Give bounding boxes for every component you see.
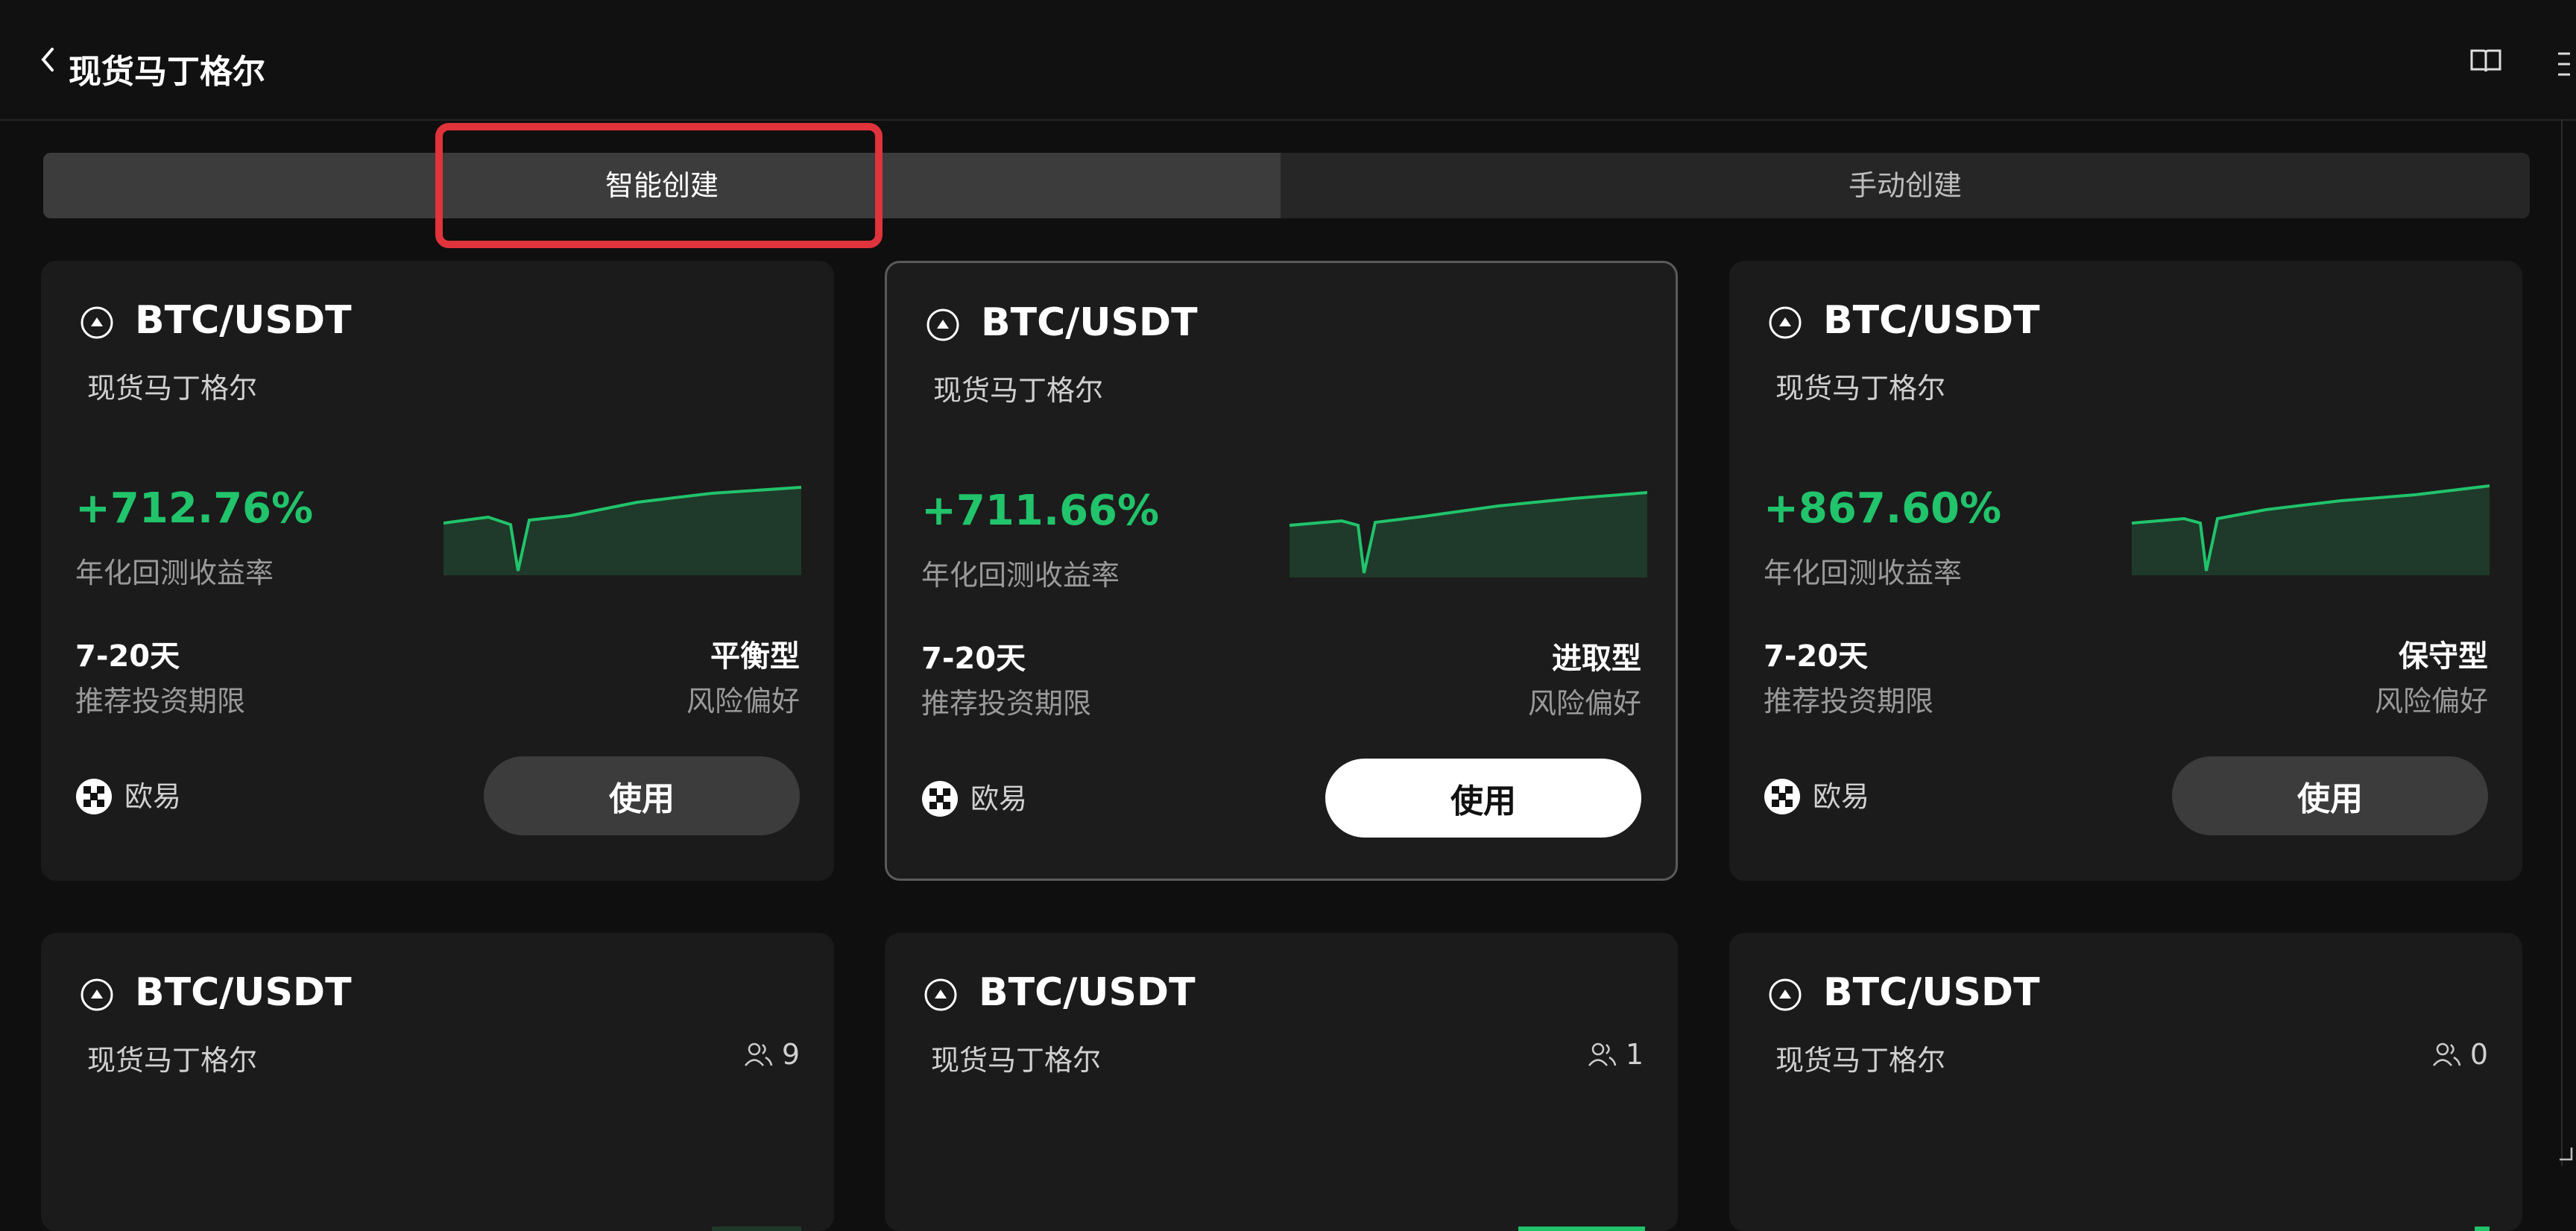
coin-icon [80,306,113,339]
strategy-label: 现货马丁格尔 [931,1044,1102,1077]
strategy-label: 现货马丁格尔 [87,1044,258,1077]
menu-icon[interactable] [2555,48,2570,80]
risk-label: 风险偏好 [1527,687,1641,720]
coin-icon [80,978,113,1011]
strategy-label: 现货马丁格尔 [933,374,1104,407]
return-label: 年化回测收益率 [921,559,1120,592]
users-icon [1588,1042,1617,1066]
coin-icon [1769,306,1802,339]
creation-mode-tabs: 智能创建 手动创建 [43,153,2530,218]
period-label: 推荐投资期限 [1764,685,1934,718]
sparkline [2132,484,2490,575]
period-value: 7-20天 [921,642,1026,676]
exchange-label: 欧易 [1813,780,1870,813]
risk-value: 保守型 [2399,639,2488,674]
chevron-left-icon[interactable] [37,45,57,75]
risk-value: 进取型 [1552,642,1641,676]
pair-label: BTC/USDT [1823,970,2040,1015]
strategy-card[interactable]: BTC/USDT 现货马丁格尔 +867.60% 年化回测收益率 7-20天 推… [1729,261,2522,881]
pair-label: BTC/USDT [1823,298,2040,343]
pair-label: BTC/USDT [979,970,1196,1015]
sparkline-peek [2475,1227,2490,1231]
highlight-box [435,123,883,248]
okx-logo-icon [1764,779,1800,814]
strategy-label: 现货马丁格尔 [87,372,258,405]
users-icon [2432,1042,2461,1066]
user-count: 0 [2431,1037,2488,1072]
use-button[interactable]: 使用 [484,756,800,835]
resize-corner-icon[interactable] [2558,1146,2573,1161]
risk-label: 风险偏好 [2374,685,2488,718]
strategy-card[interactable]: BTC/USDT 现货马丁格尔 9 [41,933,834,1231]
sparkline-peek [1518,1227,1645,1231]
risk-value: 平衡型 [710,639,800,674]
period-label: 推荐投资期限 [75,685,246,718]
return-percent: +711.66% [921,487,1160,535]
user-count: 9 [743,1037,800,1072]
okx-logo-icon [922,781,958,817]
users-icon [744,1042,773,1066]
risk-label: 风险偏好 [686,685,800,718]
strategy-card[interactable]: BTC/USDT 现货马丁格尔 +711.66% 年化回测收益率 7-20天 推… [885,261,1678,881]
sparkline-peek [712,1227,801,1231]
tab-manual-create[interactable]: 手动创建 [1281,153,2530,218]
strategy-card[interactable]: BTC/USDT 现货马丁格尔 +712.76% 年化回测收益率 7-20天 推… [41,261,834,881]
pair-label: BTC/USDT [135,970,352,1015]
exchange-label: 欧易 [970,782,1028,815]
okx-logo-icon [76,779,112,814]
return-percent: +867.60% [1764,484,2002,533]
return-label: 年化回测收益率 [1764,557,1963,589]
coin-icon [924,978,957,1011]
top-bar: 现货马丁格尔 [0,0,2576,121]
coin-icon [1769,978,1802,1011]
sparkline [443,486,801,575]
strategy-card[interactable]: BTC/USDT 现货马丁格尔 0 [1729,933,2522,1231]
return-label: 年化回测收益率 [75,557,274,589]
strategy-label: 现货马丁格尔 [1775,372,1946,405]
user-count: 1 [1587,1037,1644,1072]
strategy-card[interactable]: BTC/USDT 现货马丁格尔 1 [885,933,1678,1231]
scrollbar-track[interactable] [2561,119,2563,1165]
use-button[interactable]: 使用 [1325,759,1641,838]
coin-icon [926,308,959,341]
page-title: 现货马丁格尔 [69,53,265,91]
period-value: 7-20天 [1764,639,1869,674]
sparkline [1289,491,1647,577]
user-count-value: 9 [781,1038,800,1071]
use-button[interactable]: 使用 [2172,756,2488,835]
pair-label: BTC/USDT [135,298,352,343]
user-count-value: 0 [2469,1038,2488,1071]
pair-label: BTC/USDT [981,300,1198,345]
return-percent: +712.76% [75,484,314,533]
period-label: 推荐投资期限 [921,687,1092,720]
period-value: 7-20天 [75,639,180,674]
book-icon[interactable] [2469,48,2503,75]
strategy-label: 现货马丁格尔 [1775,1044,1946,1077]
user-count-value: 1 [1625,1038,1644,1071]
exchange-label: 欧易 [124,780,182,813]
